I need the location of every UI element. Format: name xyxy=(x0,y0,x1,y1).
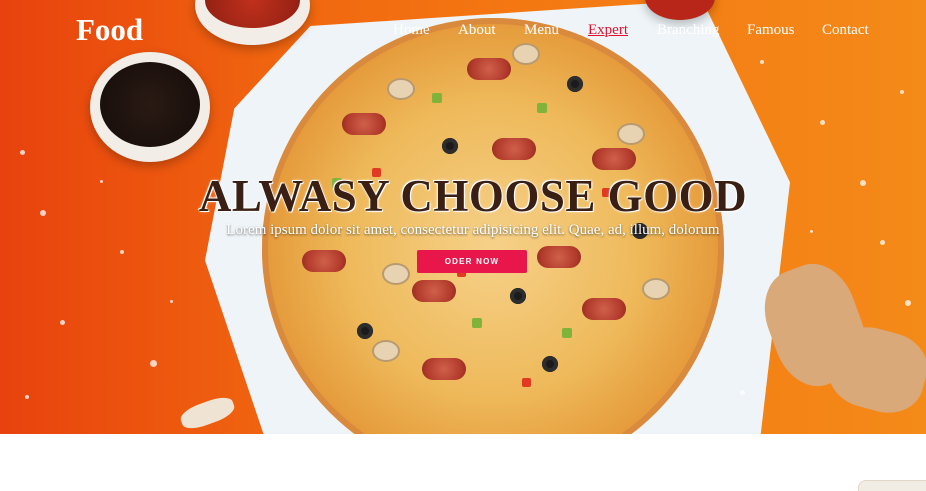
order-now-button[interactable]: ODER NOW xyxy=(417,250,527,273)
nav-item-home[interactable]: Home xyxy=(393,22,430,39)
pepperoni-topping xyxy=(537,246,581,268)
pepperoni-topping xyxy=(592,148,636,170)
pepper-topping xyxy=(432,93,442,103)
mushroom-topping xyxy=(617,123,645,145)
mushroom-topping xyxy=(512,43,540,65)
mushroom-topping xyxy=(372,340,400,362)
nav-item-expert[interactable]: Expert xyxy=(588,22,628,39)
olive-topping xyxy=(357,323,373,339)
olive-topping xyxy=(567,76,583,92)
nav-item-branching[interactable]: Branching xyxy=(657,22,719,39)
olive-topping xyxy=(442,138,458,154)
nav-item-menu[interactable]: Menu xyxy=(524,22,559,39)
pepper-bowl-image xyxy=(90,52,210,162)
main-nav: Home About Menu Expert Branching Famous … xyxy=(0,22,926,46)
tomato-topping xyxy=(522,378,531,387)
mushroom-topping xyxy=(642,278,670,300)
pepperoni-topping xyxy=(422,358,466,380)
pepper-topping xyxy=(537,103,547,113)
pepperoni-topping xyxy=(412,280,456,302)
nav-item-famous[interactable]: Famous xyxy=(747,22,795,39)
pepperoni-topping xyxy=(467,58,511,80)
pepperoni-topping xyxy=(492,138,536,160)
olive-topping xyxy=(510,288,526,304)
pepperoni-topping xyxy=(302,250,346,272)
pepperoni-topping xyxy=(582,298,626,320)
garlic-image xyxy=(177,393,238,433)
mushroom-topping xyxy=(387,78,415,100)
pepperoni-topping xyxy=(342,113,386,135)
hero-subtitle: Lorem ipsum dolor sit amet, consectetur … xyxy=(226,222,720,238)
pepper-topping xyxy=(472,318,482,328)
next-section xyxy=(0,434,926,490)
scroll-widget[interactable] xyxy=(858,480,926,491)
mushroom-topping xyxy=(382,263,410,285)
nav-item-contact[interactable]: Contact xyxy=(822,22,869,39)
nav-item-about[interactable]: About xyxy=(458,22,496,39)
pepper-topping xyxy=(562,328,572,338)
olive-topping xyxy=(542,356,558,372)
hero-headline: ALWASY CHOOSE GOOD xyxy=(198,171,748,221)
